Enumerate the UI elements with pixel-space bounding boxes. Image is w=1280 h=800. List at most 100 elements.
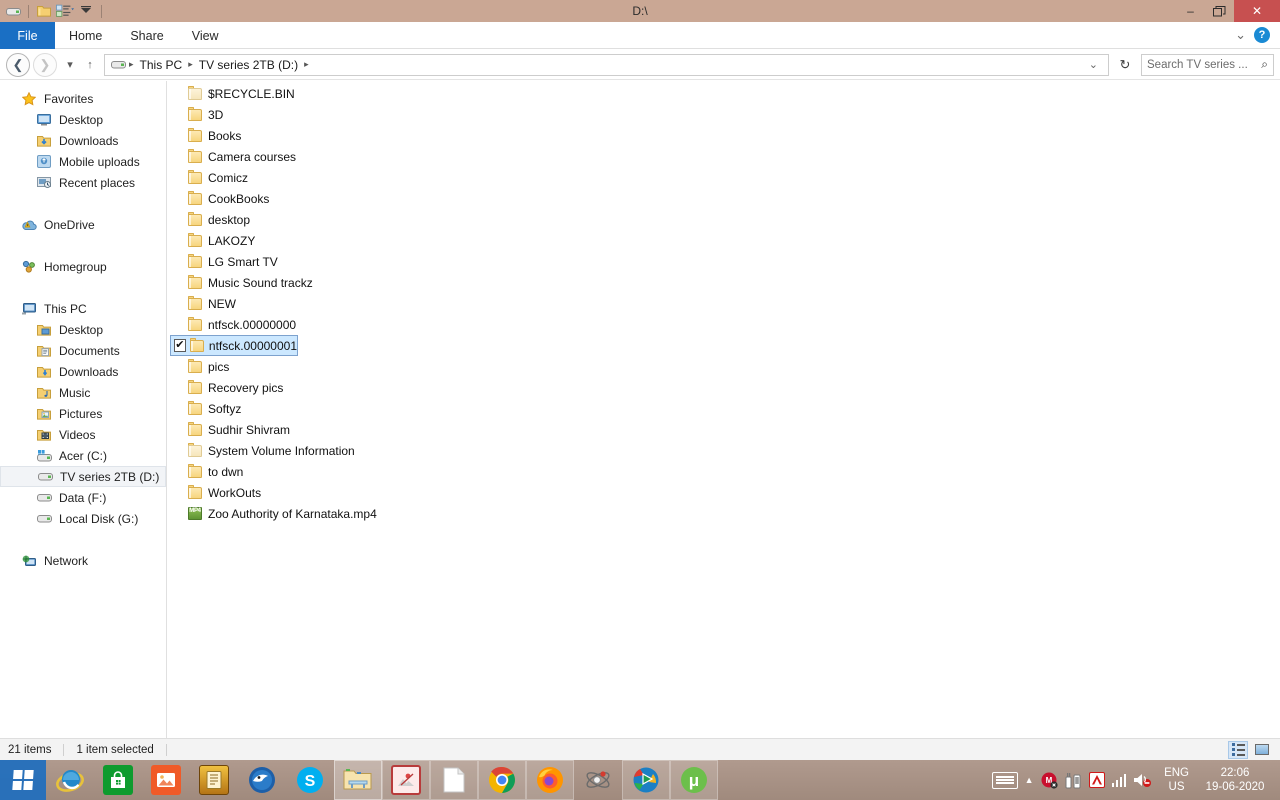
taskbar-utorrent[interactable]: μ: [670, 760, 718, 800]
sidebar-item-acer-c[interactable]: Acer (C:): [0, 445, 166, 466]
taskbar-internet-download-manager[interactable]: [622, 760, 670, 800]
list-item[interactable]: ✔Sudhir Shivram: [168, 419, 1280, 440]
list-item[interactable]: ✔WorkOuts: [168, 482, 1280, 503]
list-item[interactable]: ✔Books: [168, 125, 1280, 146]
item-name: NEW: [204, 297, 236, 311]
list-item-selected[interactable]: ✔ntfsck.00000001: [170, 335, 298, 356]
forward-button[interactable]: ❯: [33, 53, 57, 77]
volume-muted-icon[interactable]: [1133, 772, 1153, 788]
help-icon[interactable]: ?: [1254, 27, 1270, 43]
sidebar-item-desktop[interactable]: Desktop: [0, 319, 166, 340]
folder-icon: [186, 487, 204, 499]
sidebar-item-local-disk-g[interactable]: Local Disk (G:): [0, 508, 166, 529]
tab-view[interactable]: View: [178, 22, 233, 49]
close-button[interactable]: ✕: [1234, 0, 1280, 22]
touch-keyboard-icon[interactable]: [992, 772, 1018, 789]
list-item[interactable]: ✔ntfsck.00000000: [168, 314, 1280, 335]
usb-device-tray-icon[interactable]: [1065, 772, 1082, 789]
sidebar-item-recent-places[interactable]: Recent places: [0, 172, 166, 193]
taskbar-atom-app[interactable]: [574, 760, 622, 800]
search-input[interactable]: Search TV series ...: [1147, 59, 1261, 71]
list-item[interactable]: ✔CookBooks: [168, 188, 1280, 209]
list-item[interactable]: ✔System Volume Information: [168, 440, 1280, 461]
tab-file[interactable]: File: [0, 22, 55, 49]
customize-toolbar-chevron-icon[interactable]: [77, 2, 95, 20]
taskbar-skype[interactable]: S: [286, 760, 334, 800]
item-name: 3D: [204, 108, 223, 122]
refresh-button[interactable]: ↻: [1113, 54, 1137, 76]
taskbar-picture-manager[interactable]: [382, 760, 430, 800]
list-item[interactable]: ✔Softyz: [168, 398, 1280, 419]
taskbar-internet-explorer[interactable]: [46, 760, 94, 800]
taskbar-google-chrome[interactable]: [478, 760, 526, 800]
list-item[interactable]: ✔Music Sound trackz: [168, 272, 1280, 293]
taskbar-notes[interactable]: [190, 760, 238, 800]
nav-group-favorites[interactable]: Favorites: [0, 88, 166, 109]
sidebar-item-videos[interactable]: Videos: [0, 424, 166, 445]
list-item[interactable]: ✔LAKOZY: [168, 230, 1280, 251]
file-list[interactable]: ✔$RECYCLE.BIN ✔3D ✔Books ✔Camera courses…: [168, 81, 1280, 738]
sidebar-item-network[interactable]: Network: [0, 550, 166, 571]
sidebar-item-downloads[interactable]: Downloads: [0, 361, 166, 382]
avira-tray-icon[interactable]: [1089, 772, 1105, 788]
item-checkbox[interactable]: ✔: [174, 339, 186, 352]
view-options-icon[interactable]: [56, 2, 74, 20]
network-signal-icon[interactable]: [1112, 773, 1127, 787]
breadcrumb-separator-2[interactable]: ▸: [302, 59, 311, 70]
start-button[interactable]: [0, 760, 46, 800]
tab-share[interactable]: Share: [116, 22, 177, 49]
minimize-button[interactable]: –: [1176, 0, 1205, 22]
maximize-button[interactable]: [1205, 0, 1234, 22]
sidebar-item-music[interactable]: Music: [0, 382, 166, 403]
language-indicator[interactable]: ENG US: [1160, 766, 1193, 794]
clock[interactable]: 22:06 19-06-2020: [1200, 766, 1274, 794]
list-item[interactable]: ✔LG Smart TV: [168, 251, 1280, 272]
sidebar-item-downloads-fav[interactable]: Downloads: [0, 130, 166, 151]
list-item[interactable]: ✔Comicz: [168, 167, 1280, 188]
taskbar-mozilla-firefox[interactable]: [526, 760, 574, 800]
show-hidden-icons-chevron-icon[interactable]: ▲: [1025, 775, 1034, 785]
sidebar-item-pictures[interactable]: Pictures: [0, 403, 166, 424]
breadcrumb-dropdown-icon[interactable]: ⌄: [1083, 58, 1104, 71]
new-folder-icon[interactable]: [35, 2, 53, 20]
list-item[interactable]: ✔MP4Zoo Authority of Karnataka.mp4: [168, 503, 1280, 524]
sidebar-item-desktop-fav[interactable]: Desktop: [0, 109, 166, 130]
sidebar-item-data-f[interactable]: Data (F:): [0, 487, 166, 508]
breadcrumb-item-tv-series-2tb[interactable]: TV series 2TB (D:): [195, 58, 302, 72]
tab-home[interactable]: Home: [55, 22, 116, 49]
details-view-button[interactable]: [1228, 741, 1248, 759]
folder-icon: [186, 424, 204, 436]
breadcrumb-item-this-pc[interactable]: This PC: [136, 58, 187, 72]
list-item[interactable]: ✔$RECYCLE.BIN: [168, 83, 1280, 104]
taskbar-file-explorer[interactable]: [334, 760, 382, 800]
back-button[interactable]: ❮: [6, 53, 30, 77]
mcafee-tray-icon[interactable]: M: [1041, 772, 1058, 789]
navigation-pane: Favorites Desktop Downloads Mobile uploa…: [0, 81, 167, 738]
breadcrumb-separator-0[interactable]: ▸: [127, 59, 136, 70]
list-item[interactable]: ✔NEW: [168, 293, 1280, 314]
list-item[interactable]: ✔Camera courses: [168, 146, 1280, 167]
search-box[interactable]: Search TV series ... ⌕: [1141, 54, 1274, 76]
taskbar-notepad[interactable]: [430, 760, 478, 800]
taskbar-photos[interactable]: [142, 760, 190, 800]
sidebar-item-tv-series-2tb-d[interactable]: TV series 2TB (D:): [0, 466, 166, 487]
sidebar-item-homegroup[interactable]: Homegroup: [0, 256, 166, 277]
list-item[interactable]: ✔desktop: [168, 209, 1280, 230]
list-item[interactable]: ✔to dwn: [168, 461, 1280, 482]
list-item[interactable]: ✔Recovery pics: [168, 377, 1280, 398]
large-icons-view-button[interactable]: [1252, 741, 1272, 759]
expand-ribbon-chevron-icon[interactable]: ⌄: [1235, 27, 1246, 43]
taskbar-windows-store[interactable]: [94, 760, 142, 800]
sidebar-item-mobile-uploads[interactable]: Mobile uploads: [0, 151, 166, 172]
recent-locations-button[interactable]: ▾: [60, 53, 80, 77]
sidebar-item-documents[interactable]: Documents: [0, 340, 166, 361]
up-button[interactable]: ↑: [80, 53, 100, 77]
properties-drive-icon[interactable]: [4, 2, 22, 20]
breadcrumb-separator-1[interactable]: ▸: [186, 59, 195, 70]
sidebar-item-onedrive[interactable]: OneDrive: [0, 214, 166, 235]
sidebar-item-this-pc[interactable]: This PC: [0, 298, 166, 319]
list-item[interactable]: ✔pics: [168, 356, 1280, 377]
breadcrumb[interactable]: ▸ This PC ▸ TV series 2TB (D:) ▸ ⌄: [104, 54, 1109, 76]
list-item[interactable]: ✔3D: [168, 104, 1280, 125]
taskbar-thunderbird[interactable]: [238, 760, 286, 800]
